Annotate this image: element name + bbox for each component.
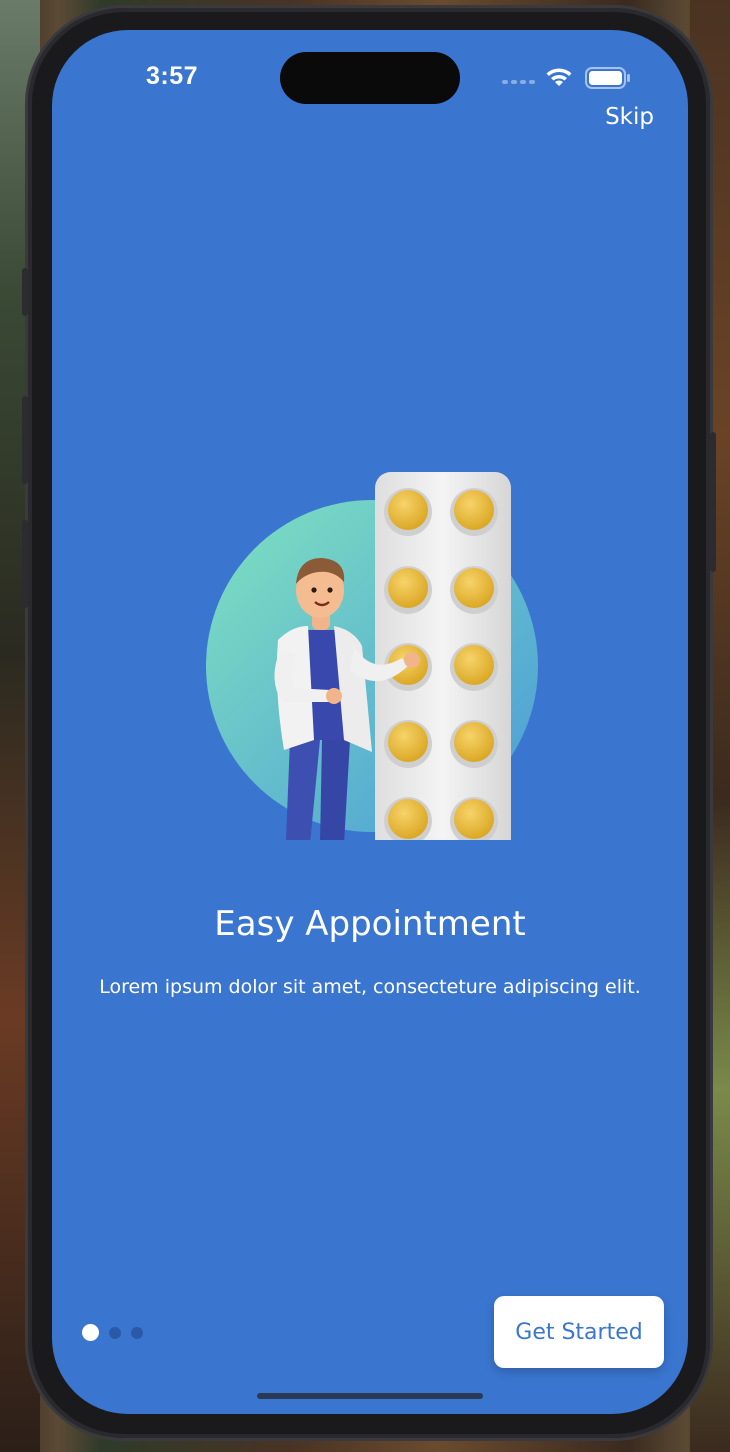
status-bar-time: 3:57 bbox=[146, 62, 199, 90]
page-indicator bbox=[82, 1324, 143, 1341]
page-indicator-dot-3[interactable] bbox=[131, 1326, 143, 1339]
skip-button[interactable]: Skip bbox=[605, 104, 654, 130]
page-indicator-dot-1[interactable] bbox=[82, 1324, 99, 1341]
onboarding-description: Lorem ipsum dolor sit amet, consecteture… bbox=[99, 976, 641, 998]
doctor-medicine-illustration bbox=[206, 472, 538, 840]
onboarding-title: Easy Appointment bbox=[214, 904, 526, 944]
battery-icon bbox=[585, 67, 630, 89]
home-indicator[interactable] bbox=[257, 1393, 483, 1399]
phone-volume-up-button bbox=[22, 396, 28, 484]
phone-side-button bbox=[22, 268, 28, 316]
dynamic-island bbox=[280, 52, 460, 104]
page-indicator-dot-2[interactable] bbox=[109, 1326, 121, 1339]
phone-power-button bbox=[710, 432, 716, 572]
get-started-button[interactable]: Get Started bbox=[494, 1296, 664, 1368]
wifi-icon bbox=[546, 68, 572, 86]
onboarding-screen: 3:57 Skip Easy Appointment Lorem ipsum d… bbox=[52, 30, 688, 1414]
cellular-signal-icon bbox=[502, 80, 535, 84]
phone-volume-down-button bbox=[22, 520, 28, 608]
